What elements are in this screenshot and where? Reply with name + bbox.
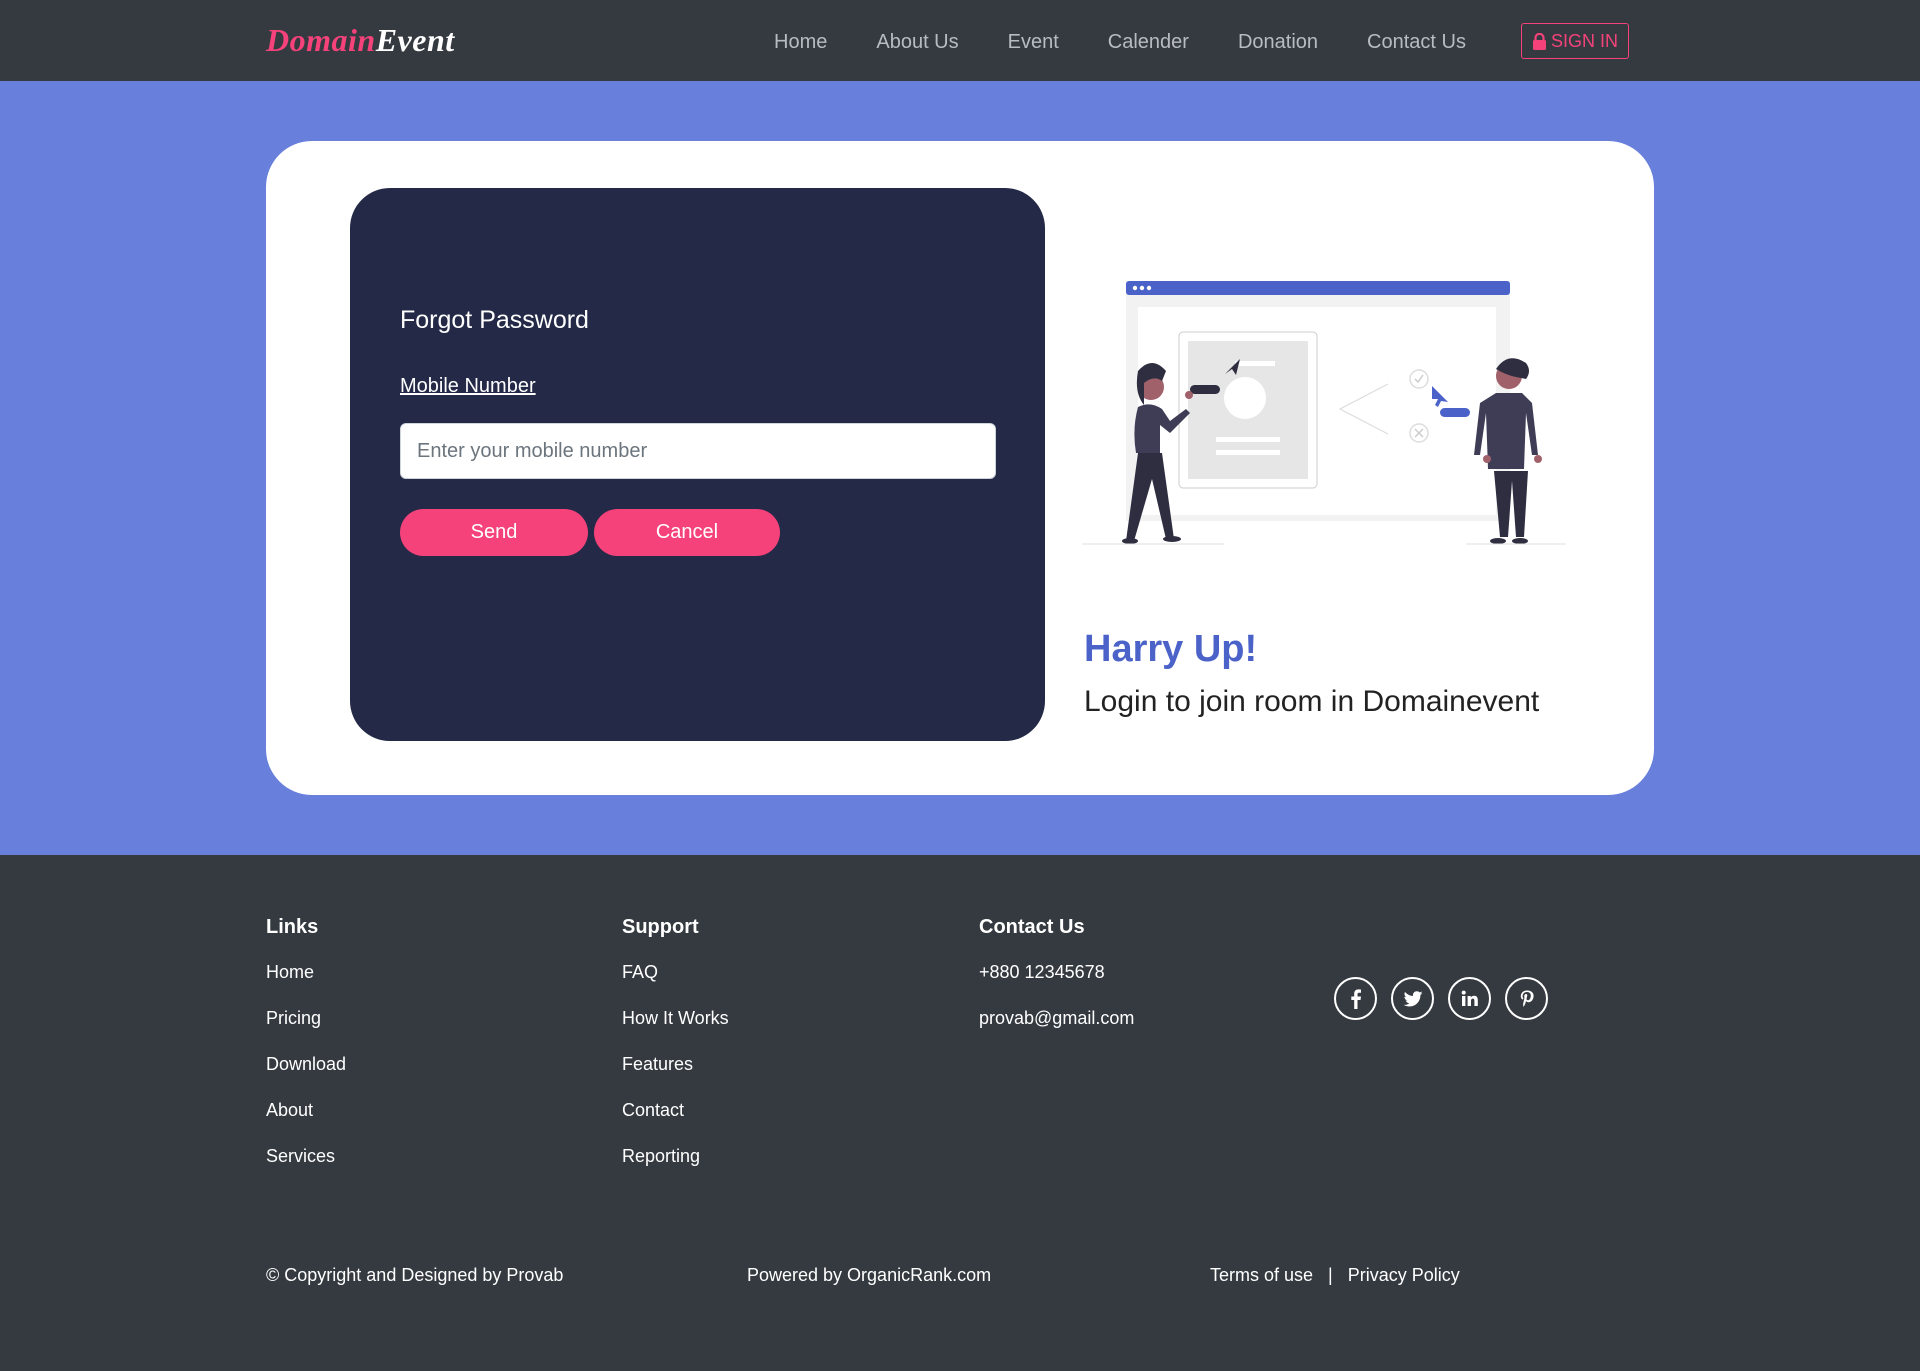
sign-in-button[interactable]: SIGN IN [1521,23,1629,59]
navbar: DomainEvent Home About Us Event Calender… [0,0,1920,81]
hero-section: Forgot Password Mobile Number Send Cance… [0,81,1920,855]
nav-home[interactable]: Home [774,31,827,54]
footer-links-column: Links Home Pricing Download About Servic… [266,916,346,1192]
login-illustration [1082,281,1566,545]
main-nav: Home About Us Event Calender Donation Co… [774,31,1466,54]
promo-text: Login to join room in Domainevent [1084,685,1540,718]
copyright-text: © Copyright and Designed by Provab [266,1265,564,1285]
footer-link-download[interactable]: Download [266,1054,346,1100]
login-card: Forgot Password Mobile Number Send Cance… [266,141,1654,795]
pinterest-button[interactable] [1505,977,1548,1020]
nav-contact-us[interactable]: Contact Us [1367,31,1466,54]
footer-link-about[interactable]: About [266,1100,346,1146]
footer-email[interactable]: provab@gmail.com [979,1008,1134,1054]
nav-donation[interactable]: Donation [1238,31,1318,54]
twitter-button[interactable] [1391,977,1434,1020]
footer-links-heading: Links [266,916,319,938]
linkedin-icon [1461,990,1478,1006]
footer-contact-heading: Contact Us [979,916,1085,938]
privacy-policy-link[interactable]: Privacy Policy [1348,1265,1460,1286]
sign-in-label: SIGN IN [1550,30,1618,51]
legal-links: Terms of use | Privacy Policy [1210,1265,1460,1286]
footer-link-how-it-works[interactable]: How It Works [622,1008,729,1054]
footer-contact-column: Contact Us +880 12345678 provab@gmail.co… [979,916,1134,1054]
mobile-number-input[interactable] [400,423,996,479]
brand-part-domain: Domain [266,22,376,58]
nav-event[interactable]: Event [1008,31,1059,54]
promo-heading: Harry Up! [1084,628,1258,670]
linkedin-button[interactable] [1448,977,1491,1020]
twitter-icon [1403,990,1422,1006]
footer-link-faq[interactable]: FAQ [622,962,729,1008]
facebook-icon [1350,988,1361,1009]
forgot-password-panel: Forgot Password Mobile Number Send Cance… [350,188,1045,741]
cancel-button[interactable]: Cancel [594,509,780,556]
footer-link-pricing[interactable]: Pricing [266,1008,346,1054]
pinterest-icon [1520,990,1534,1007]
footer-link-features[interactable]: Features [622,1054,729,1100]
form-title: Forgot Password [400,306,589,334]
social-links [1334,977,1548,1020]
brand-part-event: Event [375,22,455,58]
lock-icon [1532,32,1546,50]
mobile-number-label: Mobile Number [400,375,536,397]
send-button[interactable]: Send [400,509,588,556]
footer-link-services[interactable]: Services [266,1146,346,1192]
legal-separator: | [1328,1265,1333,1285]
footer-link-reporting[interactable]: Reporting [622,1146,729,1192]
facebook-button[interactable] [1334,977,1377,1020]
terms-of-use-link[interactable]: Terms of use [1210,1265,1313,1286]
footer-support-column: Support FAQ How It Works Features Contac… [622,916,729,1192]
footer-link-contact[interactable]: Contact [622,1100,729,1146]
nav-calender[interactable]: Calender [1108,31,1189,54]
footer-support-heading: Support [622,916,699,938]
brand-logo[interactable]: DomainEvent [266,22,455,59]
footer-phone[interactable]: +880 12345678 [979,962,1134,1008]
nav-about-us[interactable]: About Us [876,31,958,54]
footer-link-home[interactable]: Home [266,962,346,1008]
powered-by-text: Powered by OrganicRank.com [747,1265,992,1285]
